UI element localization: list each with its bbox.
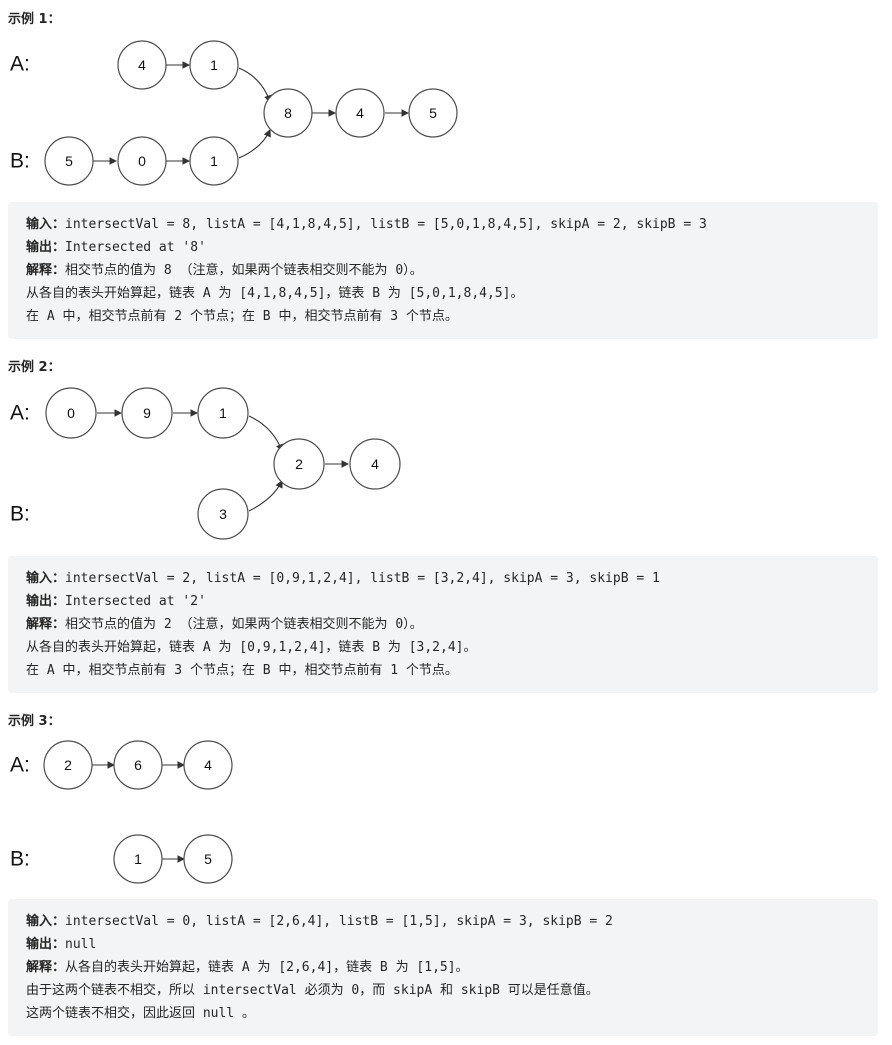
output-label: 输出： [26,240,66,255]
list-node: 1 [189,136,239,186]
svg-text:1: 1 [134,851,142,867]
input-label: 输入： [26,571,66,586]
example-2-heading: 示例 2： [8,360,61,375]
list-b-label: B: [10,848,30,871]
svg-text:5: 5 [429,105,437,121]
edge-arrow [238,67,272,104]
input-line: 输入：intersectVal = 2, listA = [0,9,1,2,4]… [26,567,860,590]
output-label: 输出： [26,937,66,952]
output-line: 输出：null [26,933,860,956]
explain-text: 相交节点的值为 2 （注意，如果两个链表相交则不能为 0）。 [65,617,423,632]
svg-text:6: 6 [134,757,142,773]
explain-line: 从各自的表头开始算起，链表 A 为 [4,1,8,4,5]，链表 B 为 [5,… [26,286,524,301]
edge-arrow [248,415,284,453]
input-line: 输入：intersectVal = 0, listA = [2,6,4], li… [26,910,860,933]
explain-label: 解释： [26,960,66,975]
example-3-heading: 示例 3： [8,714,61,729]
svg-text:5: 5 [65,153,73,169]
list-node: 1 [197,387,249,439]
list-node: 1 [113,834,163,884]
example-1-heading: 示例 1： [8,12,61,27]
svg-text:3: 3 [219,506,227,522]
input-label: 输入： [26,217,66,232]
input-text: intersectVal = 8, listA = [4,1,8,4,5], l… [65,217,707,232]
example-1-diagram: A: B: 4 1 5 0 1 8 4 5 [0,30,480,195]
edge-arrow [238,128,271,159]
svg-text:1: 1 [210,57,218,73]
list-node: 3 [197,488,249,540]
list-b-label: B: [10,503,30,526]
output-text: Intersected at '8' [65,240,206,255]
output-text: null [65,937,97,952]
list-node: 1 [189,40,239,90]
list-node: 0 [45,387,97,439]
list-node: 9 [121,387,173,439]
example-2-diagram: A: B: 0 9 1 3 2 4 [0,383,420,543]
example-3-codebox: 输入：intersectVal = 0, listA = [2,6,4], li… [8,899,878,1036]
svg-text:4: 4 [138,57,146,73]
explain-line: 从各自的表头开始算起，链表 A 为 [0,9,1,2,4]，链表 B 为 [3,… [26,640,477,655]
intersection-node: 2 [273,438,325,490]
list-node: 2 [43,740,93,790]
svg-text:2: 2 [295,456,303,472]
explain-line: 解释：从各自的表头开始算起，链表 A 为 [2,6,4]，链表 B 为 [1,5… [26,956,860,979]
list-node: 5 [44,136,94,186]
input-text: intersectVal = 0, listA = [2,6,4], listB… [65,914,613,929]
example-3-diagram: A: B: 2 6 4 1 5 [0,735,260,890]
svg-text:9: 9 [143,405,151,421]
output-text: Intersected at '2' [65,594,206,609]
list-node: 4 [335,88,385,138]
explain-text: 相交节点的值为 8 （注意，如果两个链表相交则不能为 0）。 [65,263,423,278]
svg-text:1: 1 [219,405,227,421]
explain-line: 在 A 中，相交节点前有 2 个节点；在 B 中，相交节点前有 3 个节点。 [26,309,458,324]
svg-text:5: 5 [204,851,212,867]
explain-label: 解释： [26,617,66,632]
explain-line: 由于这两个链表不相交，所以 intersectVal 必须为 0，而 skipA… [26,983,599,998]
svg-text:0: 0 [67,405,75,421]
example-1-codebox: 输入：intersectVal = 8, listA = [4,1,8,4,5]… [8,202,878,339]
svg-text:4: 4 [204,757,212,773]
list-a-label: A: [10,53,30,76]
input-text: intersectVal = 2, listA = [0,9,1,2,4], l… [65,571,660,586]
list-b-label: B: [10,150,30,173]
svg-text:0: 0 [138,153,146,169]
input-line: 输入：intersectVal = 8, listA = [4,1,8,4,5]… [26,213,860,236]
svg-text:1: 1 [210,153,218,169]
svg-text:4: 4 [371,456,379,472]
example-2-codebox: 输入：intersectVal = 2, listA = [0,9,1,2,4]… [8,556,878,693]
list-node: 6 [113,740,163,790]
list-a-label: A: [10,754,30,777]
explain-line: 这两个链表不相交，因此返回 null 。 [26,1006,255,1021]
edge-arrow [248,480,283,512]
explain-line: 解释：相交节点的值为 2 （注意，如果两个链表相交则不能为 0）。 [26,613,860,636]
list-node: 5 [183,834,233,884]
intersection-node: 8 [263,88,313,138]
output-label: 输出： [26,594,66,609]
list-a-label: A: [10,402,30,425]
output-line: 输出：Intersected at '2' [26,590,860,613]
output-line: 输出：Intersected at '8' [26,236,860,259]
svg-text:8: 8 [284,105,292,121]
explain-line: 解释：相交节点的值为 8 （注意，如果两个链表相交则不能为 0）。 [26,259,860,282]
input-label: 输入： [26,914,66,929]
list-node: 5 [408,88,458,138]
svg-text:2: 2 [64,757,72,773]
list-node: 4 [117,40,167,90]
explain-line: 在 A 中，相交节点前有 3 个节点；在 B 中，相交节点前有 1 个节点。 [26,663,458,678]
list-node: 0 [117,136,167,186]
explain-label: 解释： [26,263,66,278]
list-node: 4 [183,740,233,790]
list-node: 4 [349,438,401,490]
explain-text: 从各自的表头开始算起，链表 A 为 [2,6,4]，链表 B 为 [1,5]。 [65,960,469,975]
svg-text:4: 4 [356,105,364,121]
